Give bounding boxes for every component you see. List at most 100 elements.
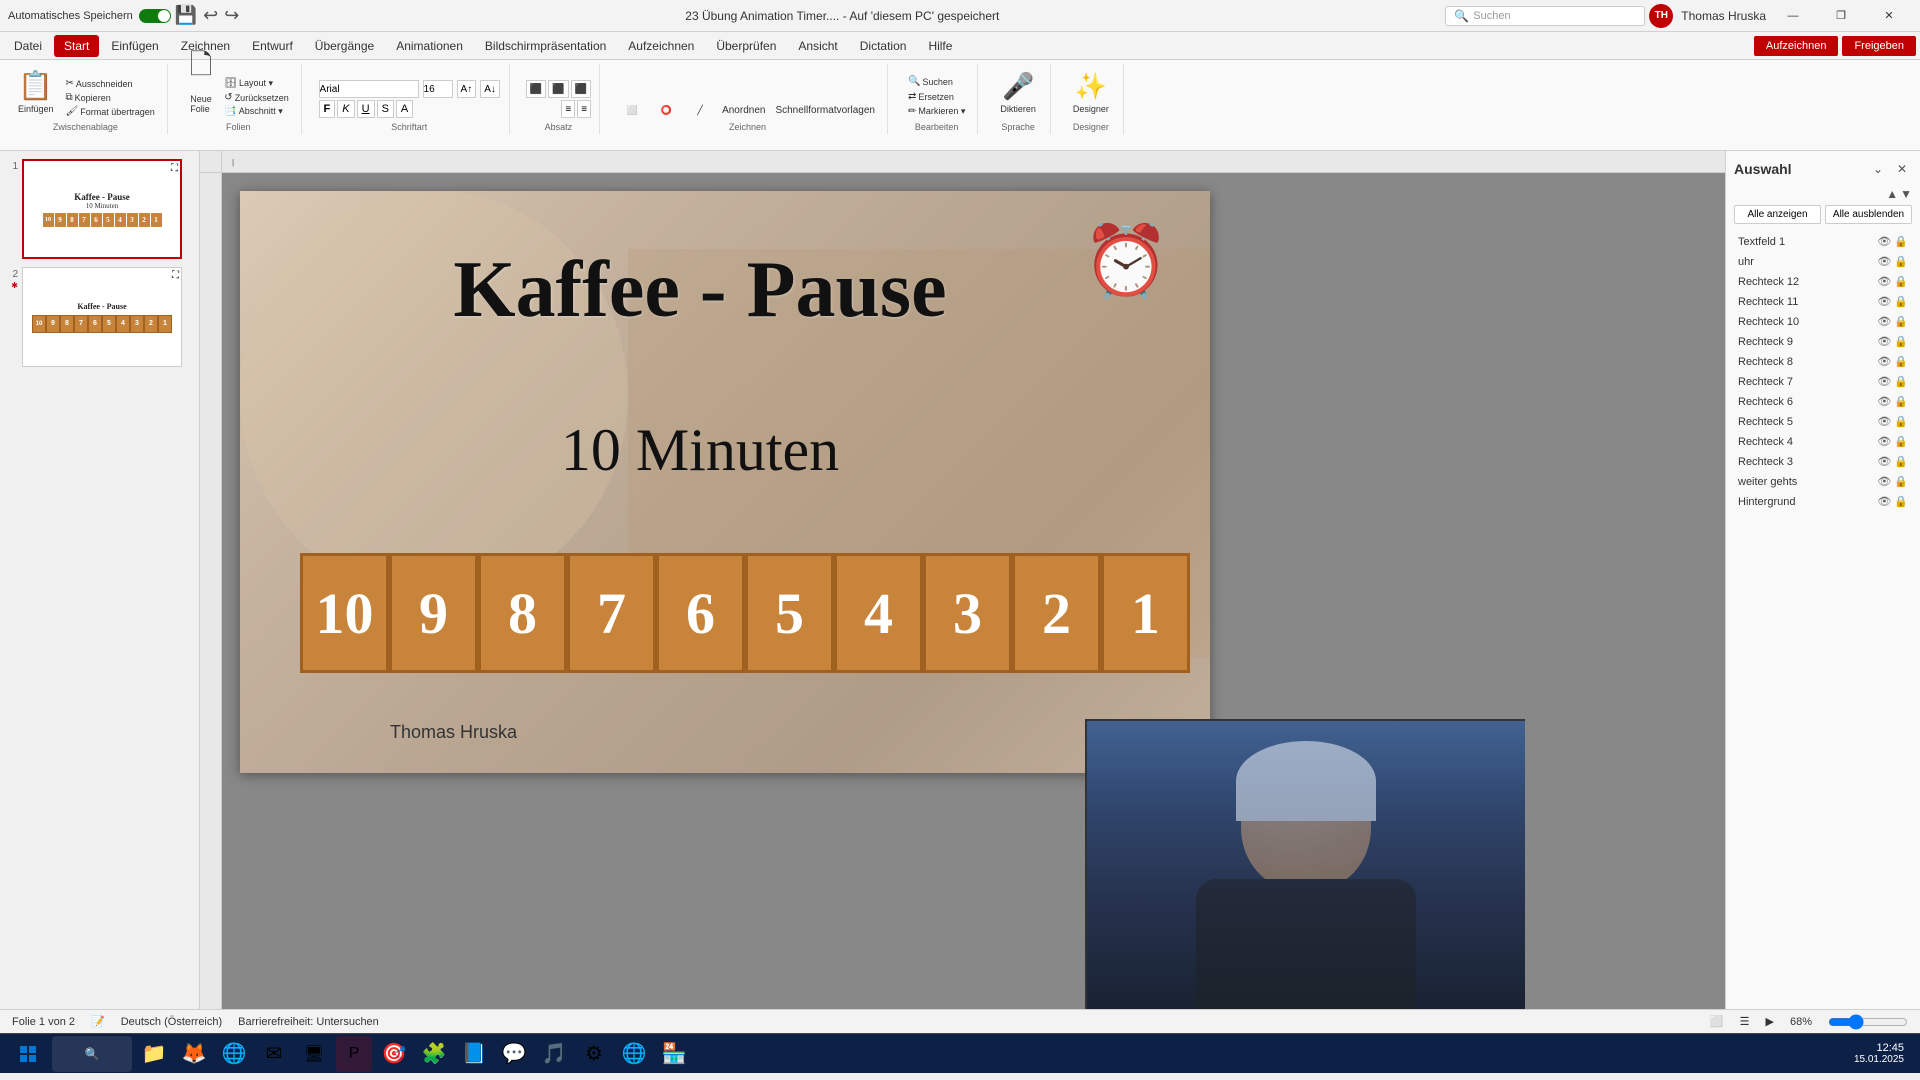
layer-weiter-gehts[interactable]: weiter gehts 👁 🔒: [1734, 472, 1912, 491]
italic-button[interactable]: K: [337, 100, 354, 118]
menu-hilfe[interactable]: Hilfe: [918, 35, 962, 57]
font-name-input[interactable]: [319, 80, 419, 98]
anordnen-button[interactable]: Anordnen: [718, 103, 769, 118]
slide-clock[interactable]: ⏰: [1083, 221, 1170, 303]
layer-rechteck10[interactable]: Rechteck 10 👁 🔒: [1734, 312, 1912, 331]
menu-bildschirm[interactable]: Bildschirmpräsentation: [475, 35, 616, 57]
layer-rechteck7[interactable]: Rechteck 7 👁 🔒: [1734, 372, 1912, 391]
minimize-button[interactable]: —: [1770, 0, 1816, 32]
menu-dictation[interactable]: Dictation: [850, 35, 917, 57]
list-number-button[interactable]: ≡: [577, 100, 591, 118]
zoom-slider[interactable]: [1828, 1014, 1908, 1030]
save-icon[interactable]: 💾: [175, 5, 197, 26]
lock-icon[interactable]: 🔒: [1894, 495, 1908, 508]
panel-expand-button[interactable]: ⌄: [1868, 159, 1888, 179]
underline-button[interactable]: U: [357, 100, 375, 118]
menu-ueberpruefen[interactable]: Überprüfen: [706, 35, 786, 57]
neue-folie-button[interactable]: 🗋 NeueFolie: [184, 40, 219, 118]
slide-thumb-2[interactable]: 2✱ Kaffee - Pause 10 9 8 7 6 5 4 3 2 1 ⛶: [4, 267, 195, 367]
taskbar-settings[interactable]: ⚙: [576, 1036, 612, 1072]
eye-icon[interactable]: 👁: [1877, 275, 1891, 288]
menu-datei[interactable]: Datei: [4, 35, 52, 57]
panel-close-button[interactable]: ✕: [1892, 159, 1912, 179]
eye-icon[interactable]: 👁: [1877, 295, 1891, 308]
view-slideshow-button[interactable]: ▶: [1766, 1015, 1774, 1028]
sort-up-icon[interactable]: ▲: [1886, 187, 1898, 201]
zuruecksetzen-button[interactable]: ↺ Zurücksetzen: [220, 91, 292, 104]
undo-icon[interactable]: ↩: [203, 5, 218, 26]
abschnitt-button[interactable]: 📑 Abschnitt ▾: [220, 105, 292, 118]
slide-preview-2[interactable]: Kaffee - Pause 10 9 8 7 6 5 4 3 2 1 ⛶: [22, 267, 182, 367]
eye-icon[interactable]: 👁: [1877, 375, 1891, 388]
markieren-button[interactable]: ✏ Markieren ▾: [904, 105, 969, 118]
layer-rechteck12[interactable]: Rechteck 12 👁 🔒: [1734, 272, 1912, 291]
taskbar-music[interactable]: 🎵: [536, 1036, 572, 1072]
freigeben-button[interactable]: Freigeben: [1842, 36, 1916, 56]
slide-title[interactable]: Kaffee - Pause: [270, 246, 1130, 334]
lock-icon[interactable]: 🔒: [1894, 395, 1908, 408]
taskbar-mail[interactable]: ✉: [256, 1036, 292, 1072]
menu-start[interactable]: Start: [54, 35, 99, 57]
einfuegen-button[interactable]: 📋 Einfügen: [12, 65, 60, 118]
menu-uebergaenge[interactable]: Übergänge: [305, 35, 384, 57]
align-center-button[interactable]: ⬛: [548, 80, 568, 98]
close-button[interactable]: ✕: [1866, 0, 1912, 32]
eye-icon[interactable]: 👁: [1877, 475, 1891, 488]
timer-box-7[interactable]: 7: [567, 553, 656, 673]
bold-button[interactable]: F: [319, 100, 336, 118]
ersetzen-button[interactable]: ⇄ Ersetzen: [904, 90, 969, 103]
start-button[interactable]: [8, 1036, 48, 1072]
taskbar-chrome[interactable]: 🌐: [216, 1036, 252, 1072]
sort-down-icon[interactable]: ▼: [1900, 187, 1912, 201]
taskbar-icons1[interactable]: 🎯: [376, 1036, 412, 1072]
circle-button[interactable]: ⭕: [650, 103, 682, 118]
ausschneiden-button[interactable]: ✂ Ausschneiden: [62, 77, 159, 90]
layer-rechteck4[interactable]: Rechteck 4 👁 🔒: [1734, 432, 1912, 451]
diktieren-button[interactable]: 🎤 Diktieren: [994, 67, 1042, 118]
view-outline-button[interactable]: ☰: [1740, 1015, 1750, 1028]
taskbar-search[interactable]: 🔍: [52, 1036, 132, 1072]
slide-subtitle[interactable]: 10 Minuten: [270, 416, 1130, 485]
menu-animationen[interactable]: Animationen: [386, 35, 473, 57]
aufzeichnen-button[interactable]: Aufzeichnen: [1754, 36, 1839, 56]
taskbar-powerpoint[interactable]: P: [336, 1036, 372, 1072]
layer-rechteck3[interactable]: Rechteck 3 👁 🔒: [1734, 452, 1912, 471]
designer-button[interactable]: ✨ Designer: [1067, 67, 1115, 118]
eye-icon[interactable]: 👁: [1877, 435, 1891, 448]
lock-icon[interactable]: 🔒: [1894, 435, 1908, 448]
timer-box-9[interactable]: 9: [389, 553, 478, 673]
suchen-button[interactable]: 🔍 Suchen: [904, 75, 969, 88]
lock-icon[interactable]: 🔒: [1894, 295, 1908, 308]
eye-icon[interactable]: 👁: [1877, 415, 1891, 428]
eye-icon[interactable]: 👁: [1877, 495, 1891, 508]
lock-icon[interactable]: 🔒: [1894, 255, 1908, 268]
menu-einfuegen[interactable]: Einfügen: [101, 35, 168, 57]
timer-box-8[interactable]: 8: [478, 553, 567, 673]
timer-box-3[interactable]: 3: [923, 553, 1012, 673]
hide-all-button[interactable]: Alle ausblenden: [1825, 205, 1912, 224]
slide-canvas[interactable]: Kaffee - Pause 10 Minuten ⏰ 10 9 8 7 6 5…: [240, 191, 1210, 773]
taskbar-teams[interactable]: 💬: [496, 1036, 532, 1072]
layer-hintergrund[interactable]: Hintergrund 👁 🔒: [1734, 492, 1912, 511]
lock-icon[interactable]: 🔒: [1894, 355, 1908, 368]
lock-icon[interactable]: 🔒: [1894, 235, 1908, 248]
eye-icon[interactable]: 👁: [1877, 235, 1891, 248]
layer-textfeld1[interactable]: Textfeld 1 👁 🔒: [1734, 232, 1912, 251]
shape-button[interactable]: ⬜: [616, 103, 648, 118]
show-all-button[interactable]: Alle anzeigen: [1734, 205, 1821, 224]
taskbar-files[interactable]: 📁: [136, 1036, 172, 1072]
eye-icon[interactable]: 👁: [1877, 335, 1891, 348]
lock-icon[interactable]: 🔒: [1894, 475, 1908, 488]
eye-icon[interactable]: 👁: [1877, 255, 1891, 268]
taskbar-edge[interactable]: 🌐: [616, 1036, 652, 1072]
layer-rechteck6[interactable]: Rechteck 6 👁 🔒: [1734, 392, 1912, 411]
taskbar-onenote[interactable]: 📘: [456, 1036, 492, 1072]
timer-box-6[interactable]: 6: [656, 553, 745, 673]
eye-icon[interactable]: 👁: [1877, 315, 1891, 328]
timer-box-4[interactable]: 4: [834, 553, 923, 673]
menu-ansicht[interactable]: Ansicht: [788, 35, 847, 57]
notes-icon[interactable]: 📝: [91, 1015, 105, 1028]
schnell-button[interactable]: Schnellformatvorlagen: [771, 103, 879, 118]
lock-icon[interactable]: 🔒: [1894, 415, 1908, 428]
list-bullet-button[interactable]: ≡: [561, 100, 575, 118]
